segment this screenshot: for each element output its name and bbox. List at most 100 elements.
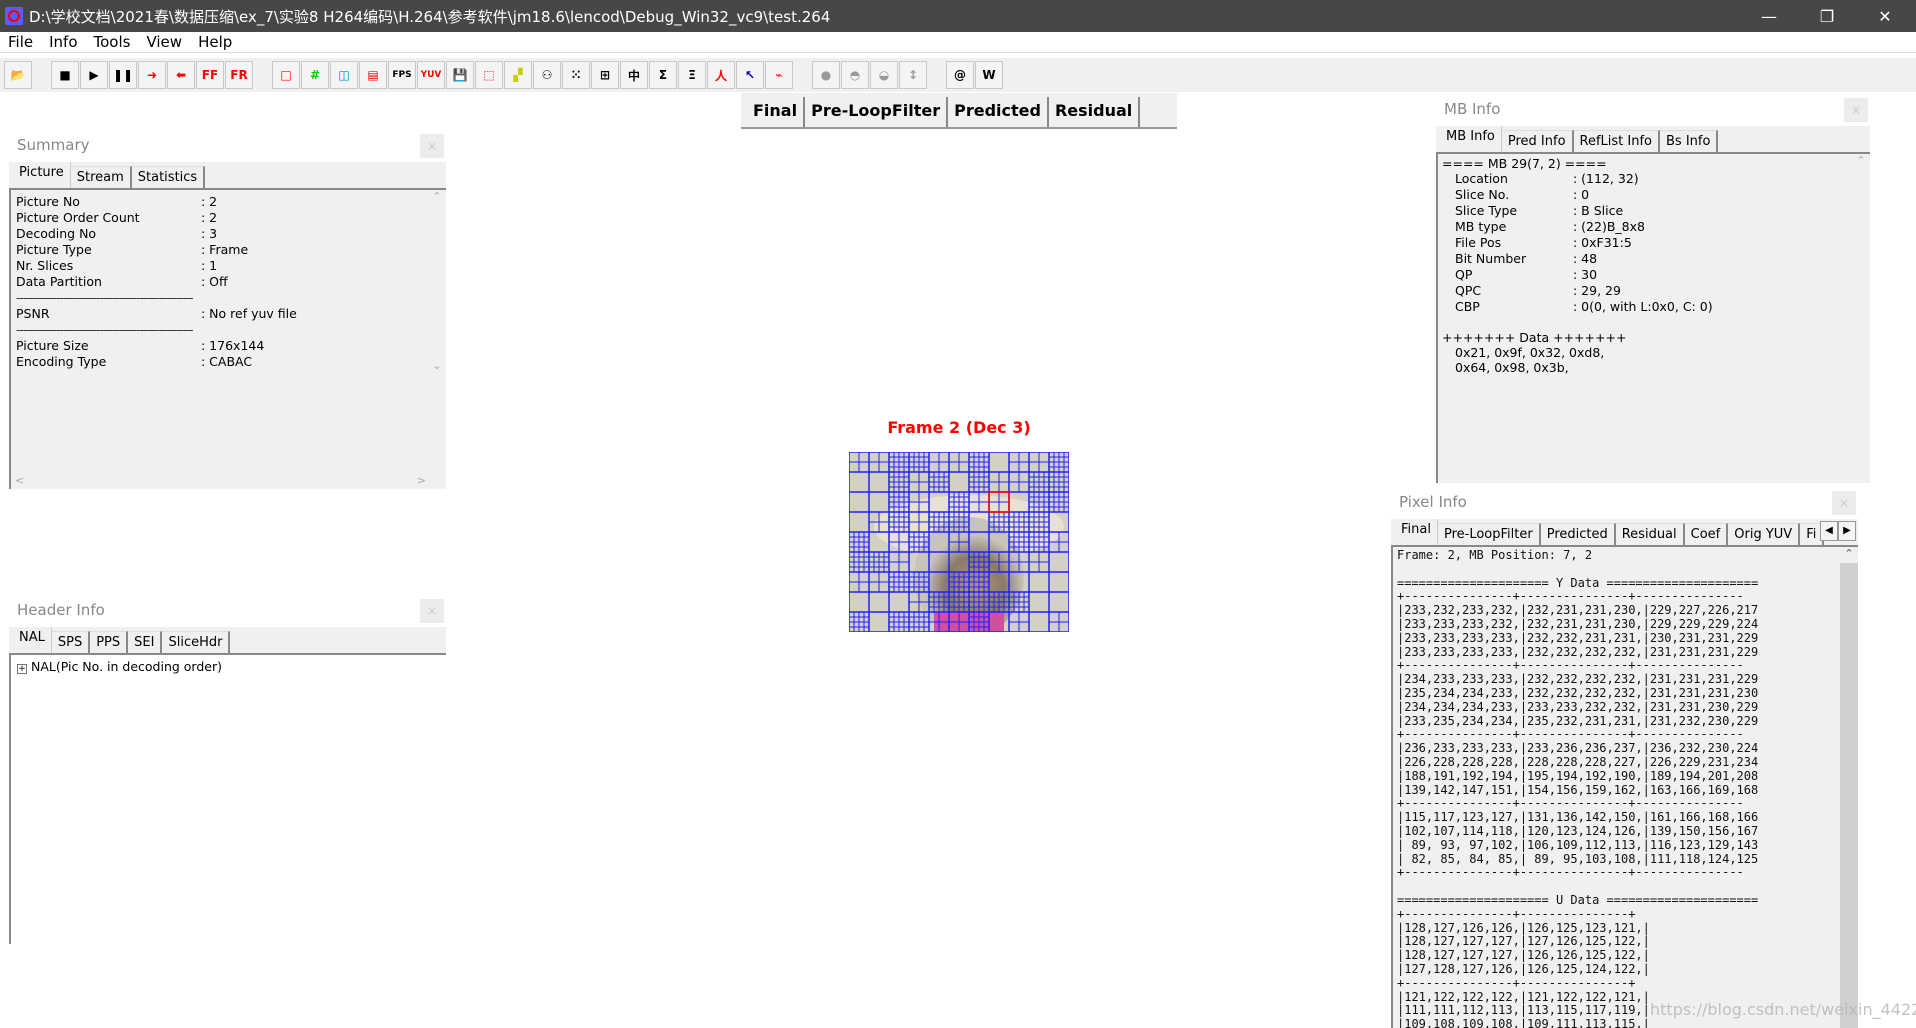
play-button[interactable]: ▶ (80, 61, 108, 89)
frame-image[interactable] (849, 452, 1069, 632)
tab-slicehdr[interactable]: SliceHdr (162, 631, 231, 653)
lambda-button[interactable]: 人 (707, 61, 735, 89)
scroll-up-icon[interactable]: ⌃ (1840, 547, 1858, 563)
summary-row: Picture No: 2 (16, 194, 441, 210)
sigma-button[interactable]: Σ (649, 61, 677, 89)
circle-top-button[interactable]: ◓ (841, 61, 869, 89)
chinese-zhong-icon: 中 (627, 68, 640, 83)
mb-info-row: Slice Type: B Slice (1442, 203, 1866, 219)
fast-forward-button[interactable]: FF (196, 61, 224, 89)
tab-final[interactable]: Final (1395, 519, 1438, 545)
tab-predicted[interactable]: Predicted (1540, 523, 1616, 545)
tab-predicted[interactable]: Predicted (948, 97, 1049, 127)
tab-residual[interactable]: Residual (1615, 523, 1685, 545)
grid-button[interactable]: # (301, 61, 329, 89)
close-button[interactable]: ✕ (1856, 0, 1914, 32)
pause-icon: ❚❚ (112, 68, 134, 82)
mb-info-close-button[interactable]: × (1844, 98, 1868, 122)
tab-stream[interactable]: Stream (70, 166, 132, 188)
save-button[interactable]: 💾 (446, 61, 474, 89)
field-value: : 48 (1573, 251, 1598, 266)
watermark: https://blog.csdn.net/weixin_44221452 (1650, 1000, 1916, 1019)
header-info-close-button[interactable]: × (420, 599, 444, 623)
stop-button[interactable]: ■ (51, 61, 79, 89)
tab-picture[interactable]: Picture (13, 162, 71, 188)
field-value: : (22)B_8x8 (1573, 219, 1645, 234)
crop-icon: ⬚ (483, 68, 495, 82)
frame-view-tabs: Final Pre-LoopFilter Predicted Residual (741, 93, 1177, 129)
tab-scroll-right-icon[interactable]: ▶ (1838, 521, 1856, 541)
next-frame-button[interactable]: ➜ (138, 61, 166, 89)
tab-bs-info[interactable]: Bs Info (1660, 130, 1719, 152)
prev-frame-button[interactable]: ⬅ (167, 61, 195, 89)
tab-reflist-info[interactable]: RefList Info (1573, 130, 1661, 152)
tab-pps[interactable]: PPS (90, 631, 129, 653)
tab-coef[interactable]: Coef (1684, 523, 1729, 545)
pixel-data-line: |139,142,147,151,|154,156,159,162,|163,1… (1397, 782, 1759, 797)
field-value: : 176x144 (201, 338, 265, 353)
waveform-button[interactable]: ⌁ (765, 61, 793, 89)
mb-info-row: MB type: (22)B_8x8 (1442, 219, 1866, 235)
tab-residual[interactable]: Residual (1049, 97, 1141, 127)
tab-mb-info[interactable]: MB Info (1440, 126, 1502, 152)
fps-button[interactable]: FPS (388, 61, 416, 89)
tab-nal[interactable]: NAL (13, 627, 52, 653)
menu-info[interactable]: Info (41, 32, 85, 52)
w-button[interactable]: W (975, 61, 1003, 89)
waveform-icon: ⌁ (775, 68, 783, 82)
vertical-scrollbar[interactable]: ⌃ (1852, 154, 1870, 483)
table-icon: ⊞ (599, 68, 611, 82)
split-button[interactable]: ◫ (330, 61, 358, 89)
pixel-data-line: +---------------+---------------+-------… (1397, 589, 1744, 604)
menu-view[interactable]: View (138, 32, 190, 52)
tab-pre-loopfilter[interactable]: Pre-LoopFilter (803, 97, 949, 127)
field-label: File Pos (1455, 235, 1502, 250)
fast-rewind-button[interactable]: FR (225, 61, 253, 89)
menu-file[interactable]: File (0, 32, 41, 52)
menu-tools[interactable]: Tools (86, 32, 139, 52)
yuv-button[interactable]: YUV (417, 61, 445, 89)
tab-scroll-left-icon[interactable]: ◀ (1820, 521, 1838, 541)
minimize-button[interactable]: — (1740, 0, 1798, 32)
partition-button[interactable]: ▤ (359, 61, 387, 89)
pixel-data-line: |102,107,114,118,|120,123,124,126,|139,1… (1397, 823, 1759, 838)
dots-button[interactable]: ⁙ (562, 61, 590, 89)
vertical-scrollbar[interactable] (1840, 563, 1858, 1028)
binoculars-button[interactable]: ⚇ (533, 61, 561, 89)
vertical-arrow-button[interactable]: ↕ (899, 61, 927, 89)
pause-button[interactable]: ❚❚ (109, 61, 137, 89)
menu-help[interactable]: Help (190, 32, 240, 52)
vertical-scrollbar[interactable]: ⌃ ⌄ (428, 190, 446, 489)
open-button[interactable]: 📂 (4, 61, 32, 89)
pixel-info-close-button[interactable]: × (1832, 491, 1856, 515)
pixel-data-content: Frame: 2, MB Position: 7, 2 =============… (1391, 547, 1858, 1028)
mb-info-row: File Pos: 0xF31:5 (1442, 235, 1866, 251)
restore-button[interactable]: ❐ (1798, 0, 1856, 32)
color-button[interactable]: ▞ (504, 61, 532, 89)
horizontal-scrollbar[interactable]: < > (15, 474, 426, 487)
circle-full-button[interactable]: ● (812, 61, 840, 89)
tab-sps[interactable]: SPS (51, 631, 91, 653)
tab-pre-loopfilter[interactable]: Pre-LoopFilter (1437, 523, 1541, 545)
table-button[interactable]: ⊞ (591, 61, 619, 89)
crop-button[interactable]: ⬚ (475, 61, 503, 89)
tab-final[interactable]: Final (747, 97, 804, 127)
tab-sei[interactable]: SEI (128, 631, 163, 653)
play-icon: ▶ (89, 68, 99, 82)
equation-button[interactable]: Ξ (678, 61, 706, 89)
chinese-zhong-button[interactable]: 中 (620, 61, 648, 89)
tree-item-nal[interactable]: NAL(Pic No. in decoding order) (31, 659, 222, 674)
pointer-button[interactable]: ↖ (736, 61, 764, 89)
expand-icon[interactable]: + (17, 664, 27, 674)
summary-row: Picture Type: Frame (16, 242, 441, 258)
at-button[interactable]: @ (946, 61, 974, 89)
summary-close-button[interactable]: × (420, 134, 444, 158)
color-icon: ▞ (513, 68, 523, 82)
tab-orig-yuv[interactable]: Orig YUV (1728, 523, 1801, 545)
tab-statistics[interactable]: Statistics (131, 166, 206, 188)
data-heading: +++++++ Data +++++++ (1442, 330, 1627, 345)
circle-bottom-button[interactable]: ◒ (870, 61, 898, 89)
tab-pred-info[interactable]: Pred Info (1501, 130, 1574, 152)
field-label: QPC (1455, 283, 1482, 298)
mb-border-button[interactable]: □ (272, 61, 300, 89)
